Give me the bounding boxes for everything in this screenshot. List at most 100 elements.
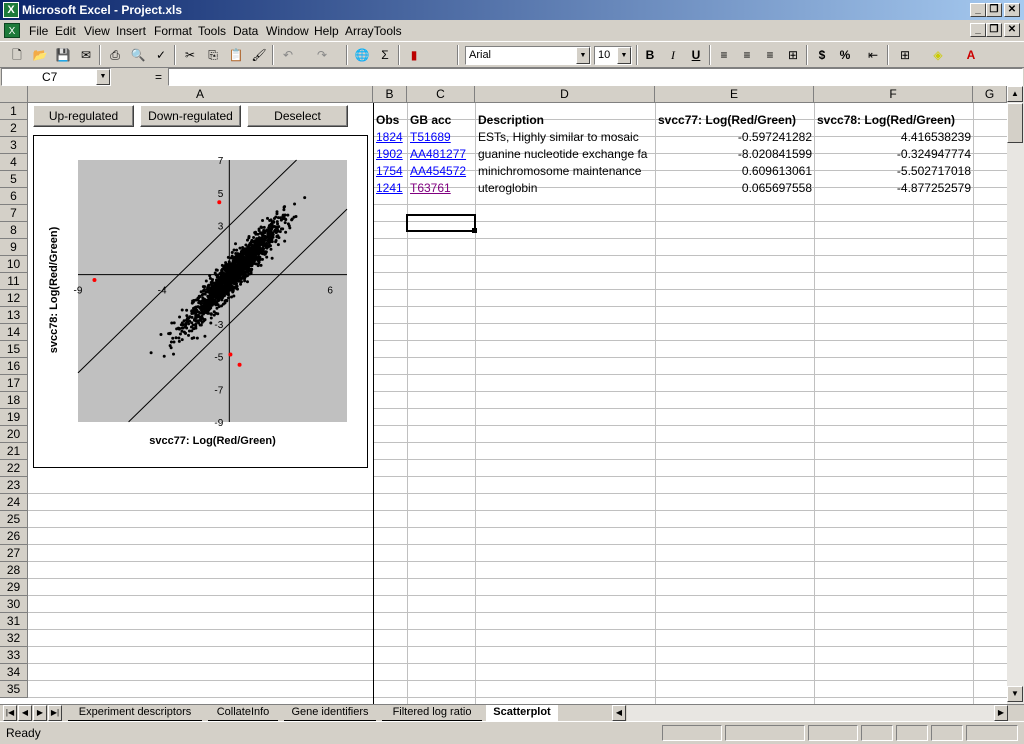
formula-equals[interactable]: = — [155, 70, 162, 84]
header-svcc78[interactable]: svcc78: Log(Red/Green) — [815, 112, 973, 129]
column-header-e[interactable]: E — [655, 86, 814, 103]
font-size-select[interactable]: 10 ▼ — [594, 46, 632, 65]
close-icon[interactable]: ✕ — [1004, 3, 1020, 17]
row-header[interactable]: 9 — [0, 239, 28, 256]
gb-acc-link[interactable]: T51689 — [408, 129, 475, 146]
deselect-button[interactable]: Deselect — [247, 105, 348, 127]
open-icon[interactable]: 📂 — [31, 46, 49, 64]
hscroll-right-icon[interactable]: ▶ — [994, 705, 1008, 721]
copy-icon[interactable]: ⎘ — [204, 46, 222, 64]
row-header[interactable]: 33 — [0, 647, 28, 664]
obs-link[interactable]: 1241 — [374, 180, 407, 197]
svcc78-value-cell[interactable]: 4.416538239 — [815, 129, 973, 146]
tab-collateinfo[interactable]: CollateInfo — [208, 705, 278, 721]
autosum-icon[interactable]: Σ — [376, 46, 394, 64]
description-cell[interactable]: uteroglobin — [476, 180, 655, 197]
merge-center-icon[interactable]: ⊞ — [784, 46, 802, 64]
row-header[interactable]: 34 — [0, 664, 28, 681]
doc-restore-icon[interactable]: ❐ — [986, 23, 1002, 37]
chart-wizard-icon[interactable]: ▮ — [405, 46, 423, 64]
email-icon[interactable]: ✉ — [77, 46, 95, 64]
bold-button[interactable]: B — [641, 46, 659, 64]
row-header[interactable]: 2 — [0, 120, 28, 137]
borders-icon[interactable]: ⊞ — [896, 46, 914, 64]
row-header[interactable]: 13 — [0, 307, 28, 324]
row-header[interactable]: 15 — [0, 341, 28, 358]
undo-icon[interactable]: ↶ — [279, 46, 297, 64]
row-header[interactable]: 5 — [0, 171, 28, 188]
row-header[interactable]: 11 — [0, 273, 28, 290]
formula-input[interactable] — [168, 68, 1023, 86]
minimize-icon[interactable]: _ — [970, 3, 986, 17]
obs-link[interactable]: 1754 — [374, 163, 407, 180]
obs-link[interactable]: 1902 — [374, 146, 407, 163]
row-header[interactable]: 20 — [0, 426, 28, 443]
menu-arraytools[interactable]: ArrayTools — [345, 24, 402, 38]
row-header[interactable]: 10 — [0, 256, 28, 273]
currency-button[interactable]: $ — [813, 46, 831, 64]
gb-acc-link[interactable]: AA481277 — [408, 146, 475, 163]
row-header[interactable]: 30 — [0, 596, 28, 613]
excel-app-icon[interactable]: X — [3, 2, 19, 18]
column-header-d[interactable]: D — [475, 86, 655, 103]
underline-button[interactable]: U — [687, 46, 705, 64]
column-header-b[interactable]: B — [373, 86, 407, 103]
menu-view[interactable]: View — [84, 24, 110, 38]
print-preview-icon[interactable]: 🔍 — [129, 46, 147, 64]
italic-button[interactable]: I — [664, 46, 682, 64]
font-name-select[interactable]: Arial ▼ — [465, 46, 591, 65]
row-header[interactable]: 1 — [0, 103, 28, 120]
tab-experiment-descriptors[interactable]: Experiment descriptors — [68, 705, 202, 721]
new-icon[interactable]: 🗋 — [8, 46, 26, 64]
column-header-a[interactable]: A — [28, 86, 373, 103]
row-header[interactable]: 22 — [0, 460, 28, 477]
row-header[interactable]: 35 — [0, 681, 28, 698]
menu-tools[interactable]: Tools — [198, 24, 226, 38]
row-header[interactable]: 18 — [0, 392, 28, 409]
save-icon[interactable]: 💾 — [54, 46, 72, 64]
spelling-icon[interactable]: ✓ — [152, 46, 170, 64]
print-icon[interactable]: ⎙ — [106, 46, 124, 64]
row-header[interactable]: 3 — [0, 137, 28, 154]
cut-icon[interactable]: ✂ — [181, 46, 199, 64]
row-header[interactable]: 14 — [0, 324, 28, 341]
svcc78-value-cell[interactable]: -4.877252579 — [815, 180, 973, 197]
hyperlink-icon[interactable]: 🌐 — [353, 46, 371, 64]
row-header[interactable]: 6 — [0, 188, 28, 205]
scroll-thumb[interactable] — [1007, 103, 1023, 143]
row-header[interactable]: 23 — [0, 477, 28, 494]
first-sheet-icon[interactable]: |◀ — [3, 705, 17, 721]
vertical-scrollbar[interactable]: ▲ ▼ — [1007, 86, 1024, 704]
header-description[interactable]: Description — [476, 112, 655, 129]
align-left-icon[interactable]: ≡ — [715, 46, 733, 64]
column-header-c[interactable]: C — [407, 86, 475, 103]
tab-scatterplot[interactable]: Scatterplot — [486, 705, 558, 721]
row-header[interactable]: 28 — [0, 562, 28, 579]
last-sheet-icon[interactable]: ▶| — [48, 705, 62, 721]
svcc78-value-cell[interactable]: -5.502717018 — [815, 163, 973, 180]
row-header[interactable]: 29 — [0, 579, 28, 596]
row-header[interactable]: 26 — [0, 528, 28, 545]
menu-window[interactable]: Window — [266, 24, 309, 38]
row-header[interactable]: 16 — [0, 358, 28, 375]
description-cell[interactable]: guanine nucleotide exchange fa — [476, 146, 655, 163]
doc-close-icon[interactable]: ✕ — [1004, 23, 1020, 37]
tab-gene-identifiers[interactable]: Gene identifiers — [284, 705, 376, 721]
next-sheet-icon[interactable]: ▶ — [33, 705, 47, 721]
svcc77-value-cell[interactable]: -8.020841599 — [656, 146, 814, 163]
hscroll-left-icon[interactable]: ◀ — [612, 705, 626, 721]
menu-data[interactable]: Data — [233, 24, 258, 38]
down-regulated-button[interactable]: Down-regulated — [140, 105, 241, 127]
scroll-down-icon[interactable]: ▼ — [1007, 686, 1023, 702]
menu-file[interactable]: File — [29, 24, 48, 38]
workbook-icon[interactable]: X — [4, 23, 20, 38]
name-box[interactable]: C7 ▼ — [1, 68, 111, 86]
row-header[interactable]: 31 — [0, 613, 28, 630]
format-painter-icon[interactable]: 🖌 — [250, 46, 268, 64]
align-right-icon[interactable]: ≡ — [761, 46, 779, 64]
paste-icon[interactable]: 📋 — [227, 46, 245, 64]
fill-color-icon[interactable]: ◈ — [929, 46, 947, 64]
svcc77-value-cell[interactable]: -0.597241282 — [656, 129, 814, 146]
font-color-icon[interactable]: A — [962, 46, 980, 64]
svcc77-value-cell[interactable]: 0.065697558 — [656, 180, 814, 197]
